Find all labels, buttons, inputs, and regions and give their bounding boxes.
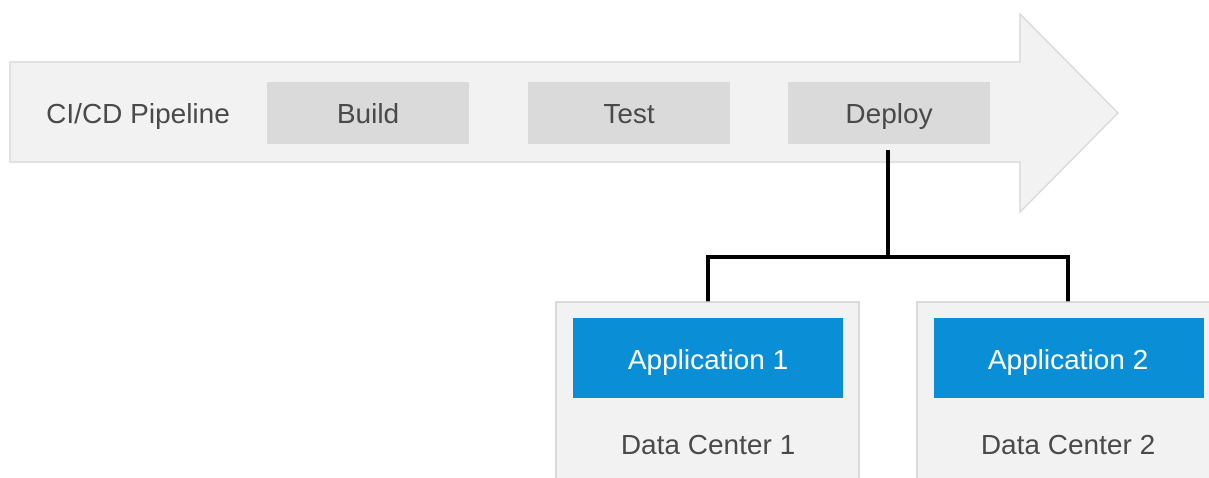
data-center-1: Application 1 Data Center 1 xyxy=(555,301,860,478)
deploy-connectors xyxy=(701,150,1075,316)
stage-test-label: Test xyxy=(603,98,655,129)
data-center-2-label: Data Center 2 xyxy=(981,429,1155,460)
deployment-diagram: CI/CD Pipeline Build Test Deploy Applica… xyxy=(9,12,1209,478)
stage-test: Test xyxy=(528,82,730,144)
application-2-label: Application 2 xyxy=(988,344,1148,375)
data-center-2: Application 2 Data Center 2 xyxy=(916,301,1209,478)
pipeline-label: CI/CD Pipeline xyxy=(46,98,230,129)
data-center-1-label: Data Center 1 xyxy=(621,429,795,460)
stage-build-label: Build xyxy=(337,98,399,129)
stage-build: Build xyxy=(267,82,469,144)
stage-deploy-label: Deploy xyxy=(845,98,932,129)
application-1-label: Application 1 xyxy=(628,344,788,375)
stage-deploy: Deploy xyxy=(788,82,990,144)
